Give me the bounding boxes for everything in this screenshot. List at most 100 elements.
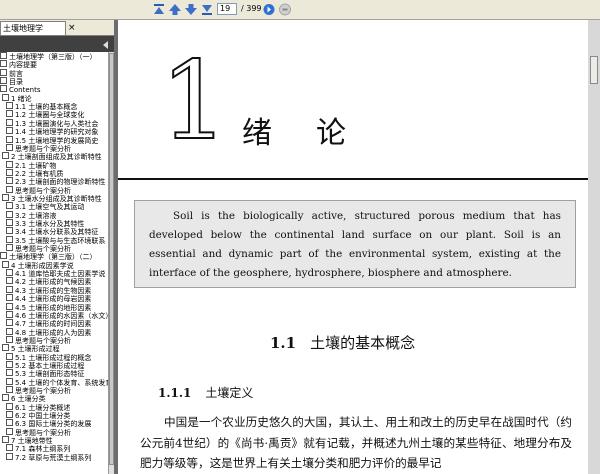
tree-item[interactable]: 6.1 土壤分类概述 [6,402,70,412]
tree-item[interactable]: 5.4 土壤的个体发育、系统发育 [6,377,108,387]
bookmark-icon [2,260,9,268]
tree-item[interactable]: 4.8 土壤形成的人为因素 [6,327,91,337]
page-scroll-thumb[interactable] [590,56,598,84]
tree-item[interactable]: 思考题与个案分析 [6,427,71,437]
tree-item[interactable]: 3.3 土壤水分及其特性 [6,219,84,228]
bookmark-icon [6,386,13,393]
bookmark-icon [6,302,13,310]
bookmark-icon [6,135,13,143]
bookmark-icon [0,60,7,68]
bookmark-icon [0,85,7,93]
chapter-number: 1 [159,39,230,164]
tree-item[interactable]: 1.5 土壤地理学的发展简史 [6,135,98,145]
tree-item[interactable]: 2.1 土壤矿物 [6,160,56,170]
tree-item[interactable]: 思考题与个案分析 [6,185,71,195]
tree-item[interactable]: 1 绪论 [2,93,32,103]
viewer-toolbar: / 399 [0,0,600,20]
tree-item[interactable]: 5 土壤形成过程 [2,344,60,353]
bookmark-icon [6,285,13,293]
tree-item[interactable]: 4 土壤形成因素学说 [2,260,74,270]
bookmark-icon [6,310,13,318]
tree-item[interactable]: 2.2 土壤有机质 [6,168,63,178]
document-page: 1 绪论 Soil is the biologically active, st… [118,20,588,474]
bookmark-icon [6,168,13,176]
bookmark-icon [6,210,13,218]
prev-page-icon[interactable] [168,3,182,16]
tree-item[interactable]: 1.4 土壤地理学的研究对象 [6,127,98,136]
tree-item[interactable]: 目录 [0,77,23,86]
first-page-icon[interactable] [152,3,166,16]
last-page-icon[interactable] [200,3,214,16]
bookmark-icon [2,436,9,444]
tree-item[interactable]: 6.3 国际土壤分类的发展 [6,419,91,428]
bookmark-icon [6,102,13,110]
bookmark-icon [6,369,13,377]
bookmark-icon [6,319,13,327]
tree-item[interactable]: 2 土壤剖面组成及其诊断特性 [2,152,102,161]
tree-item[interactable]: 5.1 土壤形成过程的概念 [6,352,91,362]
tree-item[interactable]: 1.2 土壤圈与全球变化 [6,110,84,119]
tree-item[interactable]: 6.2 中国土壤分类 [6,411,70,420]
tree-item[interactable]: 土壤地理学（第三版）（一） [0,52,97,61]
tree-item[interactable]: 思考题与个案分析 [6,386,71,395]
page-scrollbar[interactable] [588,20,600,474]
tree-item[interactable]: 5.3 土壤剖面形态特征 [6,369,84,378]
chapter-title: 绪论 [242,116,390,151]
tree-item[interactable]: 7.2 草原与荒漠土纲系列 [6,452,91,462]
bookmark-icon [6,110,13,118]
tree-item[interactable]: 3.5 土壤酸与与生态环境联系 [6,235,105,245]
page-number-input[interactable] [217,3,237,15]
tree-item[interactable]: 土壤地理学（第三版）（二） [0,252,97,261]
tree-item[interactable]: 5.2 基本土壤形成过程 [6,360,84,370]
bookmark-icon [6,335,13,343]
collapse-panel-icon[interactable] [103,41,108,49]
bookmark-icon [6,244,13,252]
bookmark-icon [6,360,13,368]
tree-item[interactable]: 3.4 土壤水分联系及其特征 [6,227,98,236]
bookmark-icon [0,77,7,85]
tree-item[interactable]: 2.3 土壤剖面的物理诊断特性 [6,177,105,186]
tab-document[interactable]: 土壤地理学 [0,21,66,35]
tree-item[interactable]: 4.7 土壤形成的时间因素 [6,319,91,328]
bookmark-icon [6,294,13,302]
go-icon[interactable] [262,3,276,16]
abstract-box: Soil is the biologically active, structu… [134,200,576,288]
bookmark-icon [6,219,13,226]
abstract-text: Soil is the biologically active, structu… [149,210,561,279]
bookmark-icon [2,394,9,402]
tree-item[interactable]: 思考题与个案分析 [6,244,71,253]
tree-item[interactable]: 思考题与个案分析 [6,143,71,153]
tree-item[interactable]: 前言 [0,68,23,78]
tree-item[interactable]: 4.3 土壤形成的生物因素 [6,285,91,295]
bookmark-icon [6,411,13,419]
stop-icon[interactable] [278,3,292,16]
bookmark-icon [6,377,13,385]
section-heading: 1.1 土壤的基本概念 [270,332,415,353]
bookmark-icon [0,252,7,260]
bookmark-icon [2,152,9,160]
bookmark-panel-header [0,36,114,52]
tree-item[interactable]: 4.2 土壤形成的气候因素 [6,277,91,286]
tree-item[interactable]: 1.1 土壤的基本概念 [6,102,77,111]
tree-item[interactable]: 7 土壤地带性 [2,436,53,445]
bookmark-icon [2,344,9,352]
tree-item[interactable]: 6 土壤分类 [2,394,46,403]
tree-item[interactable]: 4.4 土壤形成的母岩因素 [6,294,91,303]
tree-item[interactable]: 3 土壤水分组成及其诊断特性 [2,193,102,203]
tree-item[interactable]: 4.6 土壤形成的水因素（水文） [6,310,108,320]
tree-item[interactable]: 4.1 道库恰耶夫成土因素学说 [6,269,105,278]
close-icon[interactable]: × [68,23,76,33]
bookmark-icon [6,202,13,210]
bookmark-icon [6,185,13,193]
tree-item[interactable]: 3.1 土壤空气及其运动 [6,202,84,211]
tree-item[interactable]: 7.1 森林土纲系列 [6,444,70,453]
tree-item[interactable]: 思考题与个案分析 [6,335,71,345]
tree-item[interactable]: 内容提要 [0,60,37,69]
bookmark-icon [2,193,9,201]
bookmark-icon [6,143,13,151]
tree-item[interactable]: 1.3 土壤圈演化与人类社会 [6,118,98,128]
tree-item[interactable]: Contents [0,85,41,94]
tree-item[interactable]: 4.5 土壤形成的地形因素 [6,302,91,312]
next-page-icon[interactable] [184,3,198,16]
tree-item[interactable]: 3.2 土壤溶液 [6,210,56,220]
